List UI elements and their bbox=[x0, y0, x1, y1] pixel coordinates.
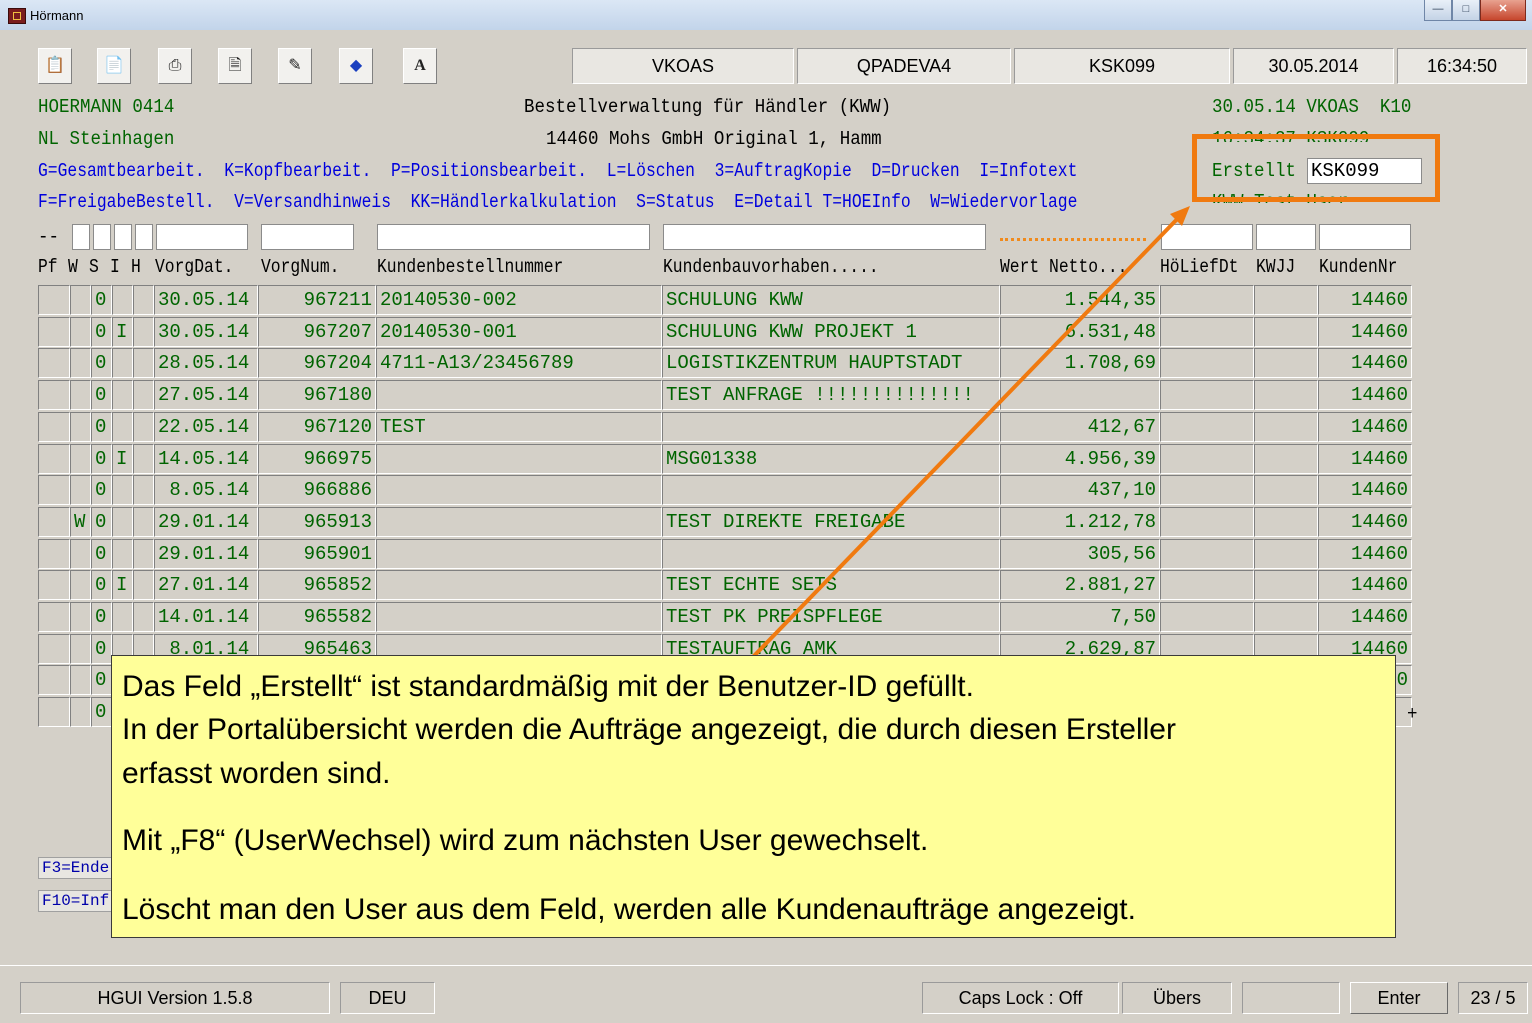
callout-line-1: Das Feld „Erstellt“ ist standardmäßig mi… bbox=[122, 670, 974, 703]
enter-button[interactable]: Enter bbox=[1350, 982, 1448, 1014]
blank-status bbox=[1242, 982, 1340, 1014]
version-label: HGUI Version 1.5.8 bbox=[20, 982, 330, 1014]
caps-lock-status: Caps Lock : Off bbox=[922, 982, 1119, 1014]
overwrite-status: Übers bbox=[1122, 982, 1232, 1014]
status-bar: HGUI Version 1.5.8 DEU Caps Lock : Off Ü… bbox=[0, 965, 1532, 1023]
callout-line-2: In der Portalübersicht werden die Aufträ… bbox=[122, 713, 1176, 746]
info-callout: Das Feld „Erstellt“ ist standardmäßig mi… bbox=[111, 655, 1396, 938]
callout-line-4: Mit „F8“ (UserWechsel) wird zum nächsten… bbox=[122, 824, 929, 857]
cursor-position: 23 / 5 bbox=[1458, 982, 1528, 1014]
language-label: DEU bbox=[340, 982, 435, 1014]
callout-line-3: erfasst worden sind. bbox=[122, 757, 391, 790]
callout-line-5: Löscht man den User aus dem Feld, werden… bbox=[122, 893, 1136, 926]
